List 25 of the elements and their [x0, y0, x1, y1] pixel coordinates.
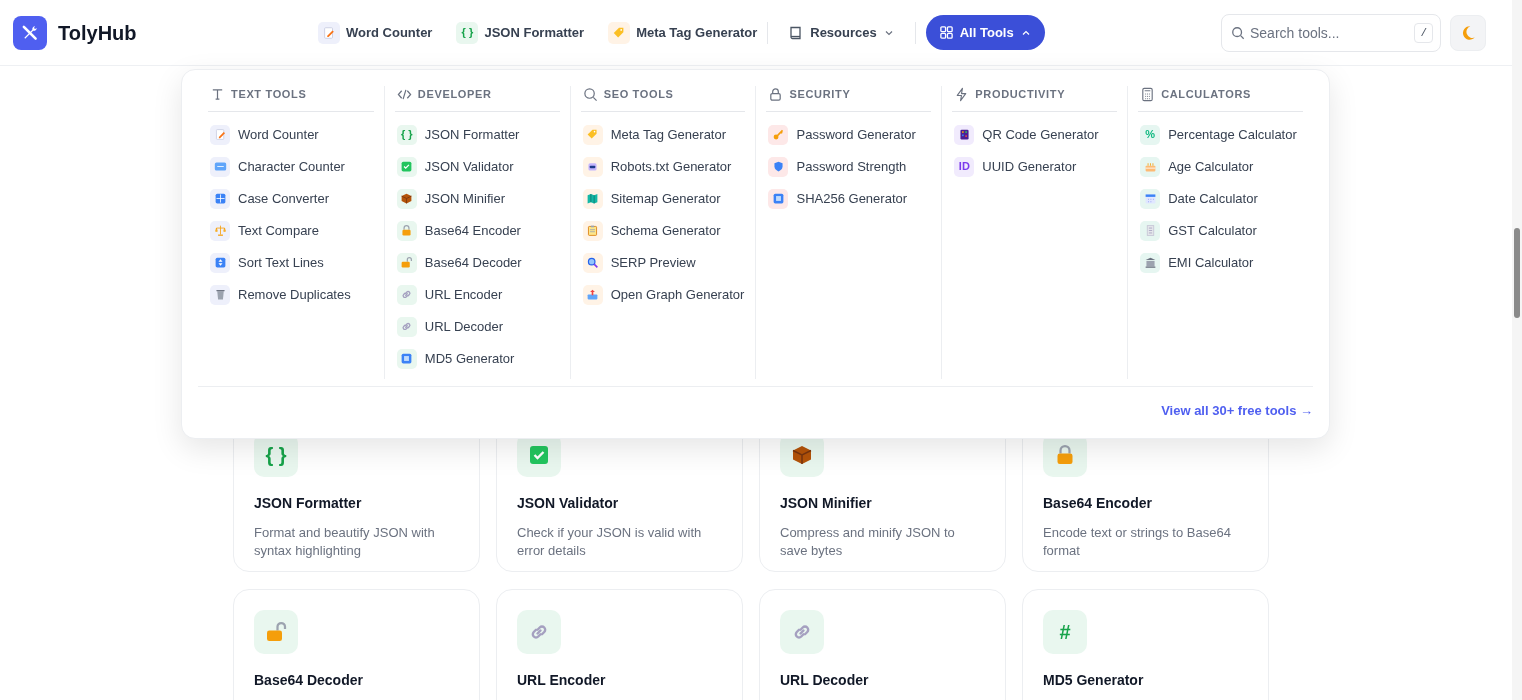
glyph-icon: { }	[265, 445, 287, 465]
card-description: Compress and minify JSON to save bytes	[780, 524, 956, 560]
card-description: Format and beautify JSON with syntax highlighting	[254, 524, 436, 560]
glyph-icon: { }	[401, 129, 413, 140]
glyph-icon: { }	[461, 27, 474, 38]
card-description: Encode text or strings to Base64 format	[1043, 524, 1232, 560]
card-description: Check if your JSON is valid with error details	[517, 524, 703, 560]
shortcut-key: /	[1414, 22, 1433, 43]
section-heading: PRODUCTIVITY	[975, 87, 1066, 102]
card-title: URL Encoder	[517, 671, 607, 690]
section-heading: SEO TOOLS	[603, 87, 674, 102]
section-heading: DEVELOPER	[417, 87, 492, 102]
section-heading: TEXT TOOLS	[231, 87, 307, 102]
glyph-icon: %	[1145, 129, 1156, 140]
card-title: Base64 Encoder	[1043, 494, 1153, 513]
card-title: MD5 Generator	[1043, 671, 1145, 690]
card-title: Base64 Decoder	[254, 671, 364, 690]
section-heading: SECURITY	[789, 87, 851, 102]
section-heading: CALCULATORS	[1161, 87, 1252, 102]
glyph-icon: #	[1059, 622, 1071, 642]
card-title: URL Decoder	[780, 671, 870, 690]
card-title: JSON Minifier	[780, 494, 873, 513]
glyph-icon: ID	[958, 161, 970, 172]
card-title: JSON Formatter	[254, 494, 363, 513]
card-title: JSON Validator	[517, 494, 620, 513]
